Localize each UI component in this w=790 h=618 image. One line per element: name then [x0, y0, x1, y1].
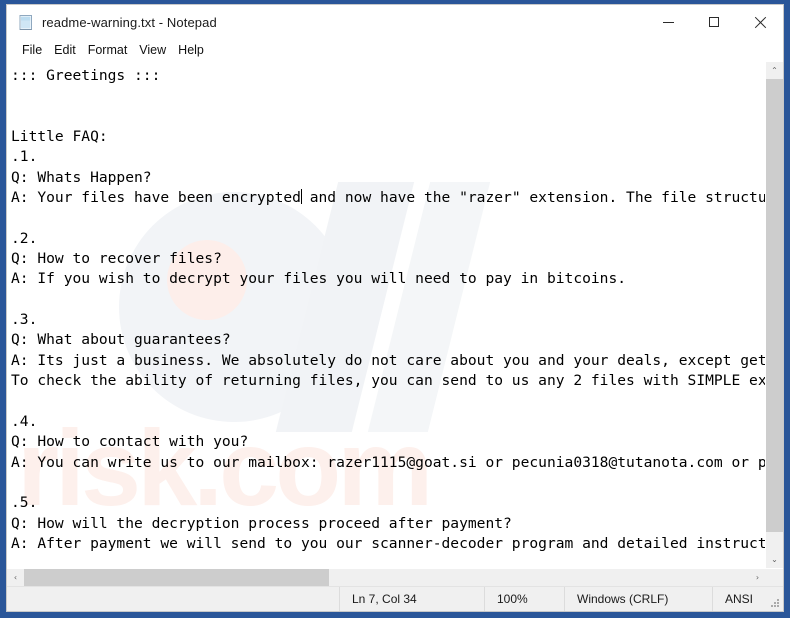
window-controls: [645, 5, 783, 39]
editor-row: risk.com ::: Greetings ::: Little FAQ: .…: [7, 62, 783, 568]
close-button[interactable]: [737, 5, 783, 39]
desktop-background: readme-warning.txt - Notepad File Edit F…: [0, 0, 790, 618]
status-cursor-position: Ln 7, Col 34: [339, 587, 484, 611]
maximize-icon: [709, 17, 719, 27]
scroll-right-button[interactable]: ›: [749, 569, 766, 586]
horizontal-scroll-thumb[interactable]: [24, 569, 329, 586]
horizontal-scrollbar[interactable]: ‹ ›: [7, 568, 783, 586]
document-text: ::: Greetings ::: Little FAQ: .1. Q: Wha…: [7, 62, 765, 568]
scroll-down-button[interactable]: ⌄: [766, 551, 783, 568]
close-icon: [754, 16, 767, 29]
maximize-button[interactable]: [691, 5, 737, 39]
notepad-document-icon: [18, 14, 35, 31]
scroll-left-button[interactable]: ‹: [7, 569, 24, 586]
menu-item-format[interactable]: Format: [82, 40, 134, 60]
status-bar: Ln 7, Col 34 100% Windows (CRLF) ANSI: [7, 586, 783, 611]
horizontal-scroll-track[interactable]: [24, 569, 749, 586]
resize-grip-icon: [771, 599, 780, 608]
menu-bar: File Edit Format View Help: [7, 39, 783, 62]
title-bar[interactable]: readme-warning.txt - Notepad: [7, 5, 783, 39]
notepad-window: readme-warning.txt - Notepad File Edit F…: [6, 4, 784, 612]
menu-item-help[interactable]: Help: [172, 40, 210, 60]
editor-area: risk.com ::: Greetings ::: Little FAQ: .…: [7, 62, 783, 586]
status-encoding: ANSI: [712, 587, 764, 611]
window-title: readme-warning.txt - Notepad: [42, 14, 217, 30]
resize-grip[interactable]: [764, 587, 783, 611]
menu-item-edit[interactable]: Edit: [48, 40, 82, 60]
document-text-before-caret: ::: Greetings ::: Little FAQ: .1. Q: Wha…: [11, 67, 301, 207]
status-bar-spacer: [7, 587, 339, 611]
status-line-ending: Windows (CRLF): [564, 587, 712, 611]
vertical-scroll-track[interactable]: [766, 79, 783, 551]
text-editor[interactable]: risk.com ::: Greetings ::: Little FAQ: .…: [7, 62, 765, 568]
scrollbar-corner: [766, 569, 783, 586]
scroll-up-button[interactable]: ⌃: [766, 62, 783, 79]
document-text-after-caret: and now have the "razer" extension. The …: [11, 189, 765, 552]
status-zoom-level[interactable]: 100%: [484, 587, 564, 611]
vertical-scroll-thumb[interactable]: [766, 79, 783, 532]
menu-item-file[interactable]: File: [16, 40, 48, 60]
minimize-icon: [662, 21, 674, 23]
menu-item-view[interactable]: View: [133, 40, 172, 60]
vertical-scrollbar[interactable]: ⌃ ⌄: [765, 62, 783, 568]
minimize-button[interactable]: [645, 5, 691, 39]
